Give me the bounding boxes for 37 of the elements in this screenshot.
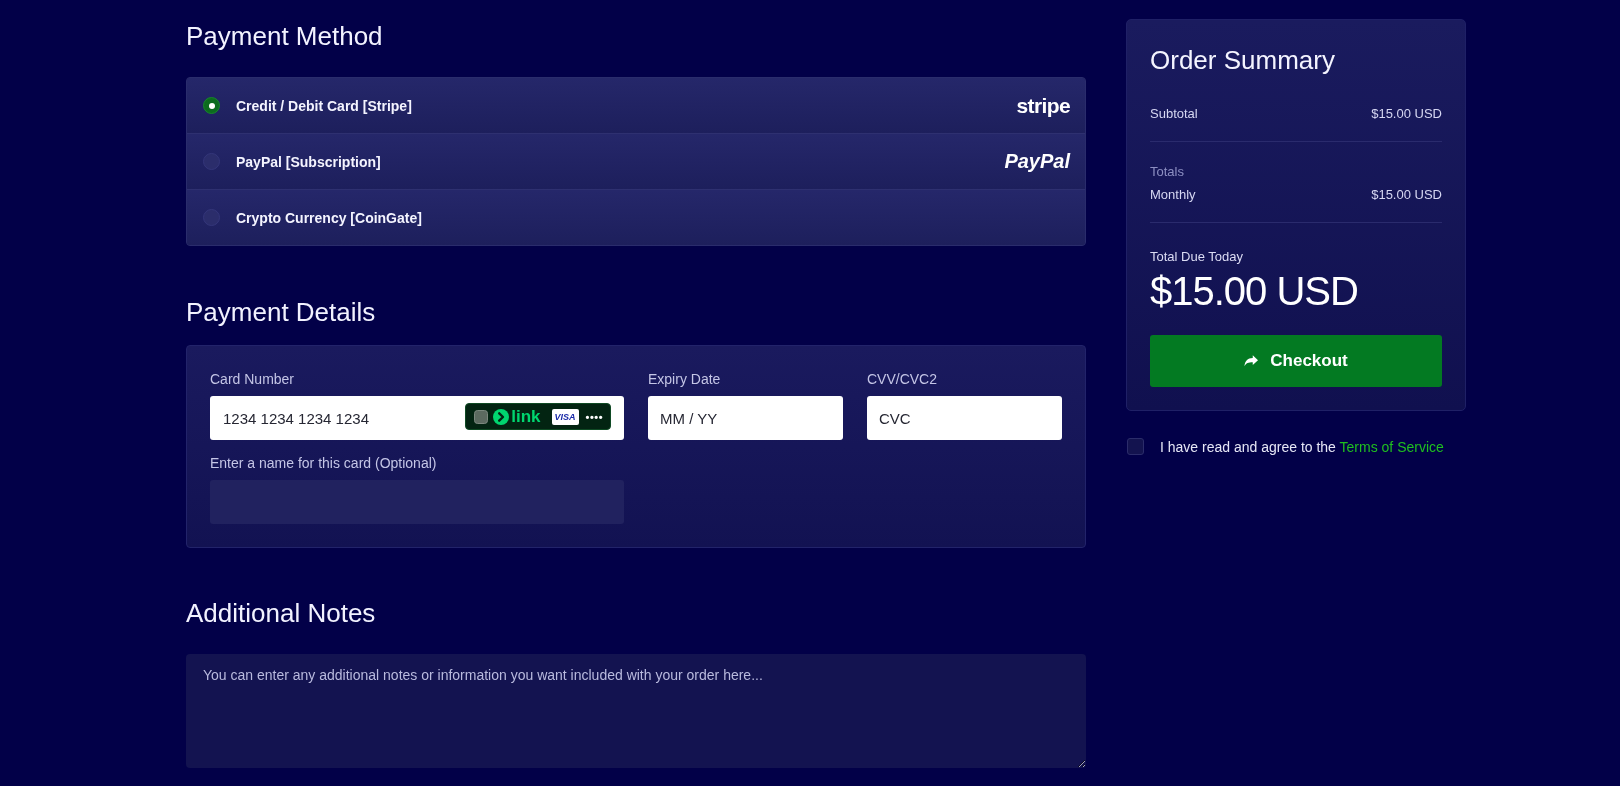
section-heading: Payment Method bbox=[186, 20, 383, 53]
payment-option-label[interactable]: Crypto Currency [CoinGate] bbox=[236, 209, 422, 226]
field-label: Card Number bbox=[210, 371, 295, 388]
totals-heading: Totals bbox=[1150, 163, 1184, 180]
radio-button[interactable] bbox=[203, 97, 220, 114]
arrow-icon bbox=[1244, 355, 1259, 367]
terms-text: I have read and agree to the Terms of Service bbox=[1160, 438, 1444, 455]
link-badge[interactable]: link VISA •••• bbox=[465, 403, 611, 430]
field-label: CVV/CVC2 bbox=[867, 371, 938, 388]
section-heading: Payment Details bbox=[186, 296, 376, 329]
total-due-label: Total Due Today bbox=[1150, 248, 1243, 265]
field-label: Enter a name for this card (Optional) bbox=[210, 455, 437, 472]
payment-option-label[interactable]: PayPal [Subscription] bbox=[236, 153, 381, 170]
total-due-amount: $15.00 USD bbox=[1150, 268, 1358, 314]
summary-title: Order Summary bbox=[1150, 44, 1335, 77]
link-label: link bbox=[511, 406, 541, 427]
cvv-field[interactable]: CVC bbox=[867, 396, 1062, 440]
checkout-button[interactable]: Checkout bbox=[1150, 335, 1442, 387]
summary-label: Subtotal bbox=[1150, 105, 1198, 122]
summary-amount: $15.00 USD bbox=[1371, 186, 1442, 203]
terms-checkbox[interactable] bbox=[1127, 438, 1144, 455]
more-label: •••• bbox=[585, 410, 603, 423]
square-icon bbox=[474, 409, 489, 424]
payment-option-label[interactable]: Credit / Debit Card [Stripe] bbox=[236, 97, 412, 114]
radio-button[interactable] bbox=[203, 209, 220, 226]
provider-logo: stripe bbox=[1016, 93, 1070, 118]
section-heading: Additional Notes bbox=[186, 597, 376, 630]
expiry-field[interactable]: MM / YY bbox=[648, 396, 843, 440]
radio-button[interactable] bbox=[203, 153, 220, 170]
provider-logo: PayPal bbox=[1004, 150, 1070, 173]
field-label: Expiry Date bbox=[648, 371, 721, 388]
terms-link[interactable]: Terms of Service bbox=[1339, 438, 1444, 455]
chevron-circle-icon bbox=[493, 408, 510, 425]
summary-label: Monthly bbox=[1150, 186, 1196, 203]
notes-field[interactable]: You can enter any additional notes or information you want included with your order here... bbox=[186, 654, 1086, 768]
card-brand-label: VISA bbox=[551, 408, 579, 425]
summary-amount: $15.00 USD bbox=[1371, 105, 1442, 122]
